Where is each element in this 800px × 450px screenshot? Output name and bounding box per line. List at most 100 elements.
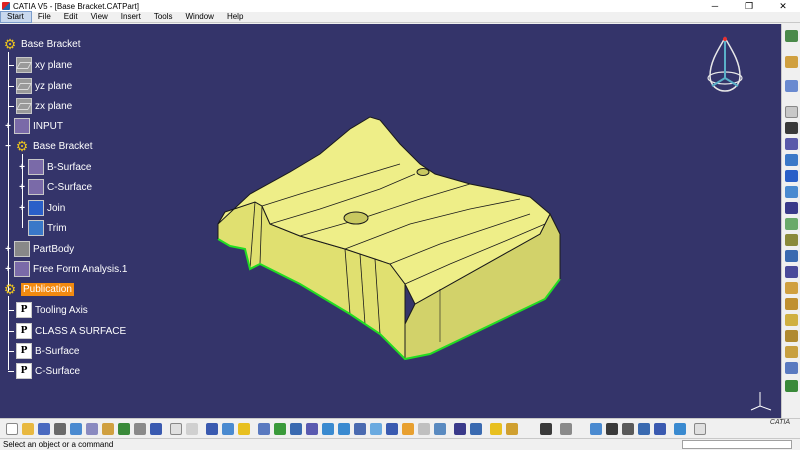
distance-icon[interactable] [638, 423, 650, 435]
graph-icon[interactable] [470, 423, 482, 435]
pan-icon[interactable] [290, 423, 302, 435]
fly-mode-icon[interactable] [258, 423, 270, 435]
tree-node-partbody[interactable]: PartBody [14, 240, 74, 258]
tree-node-xy-plane[interactable]: xy plane [8, 56, 72, 74]
tree-node-zx-plane[interactable]: zx plane [8, 97, 72, 115]
tree-node-input[interactable]: INPUT [14, 117, 63, 135]
undo-icon[interactable] [118, 423, 130, 435]
3d-viewport[interactable]: ⚙ Base Bracket xy plane yz plane zx plan… [0, 24, 781, 418]
menu-help[interactable]: Help [221, 12, 250, 22]
line-icon[interactable] [785, 122, 798, 134]
specification-tree[interactable]: ⚙ Base Bracket xy plane yz plane zx plan… [0, 24, 330, 418]
texture-icon[interactable] [560, 423, 572, 435]
menu-view[interactable]: View [85, 12, 115, 22]
measure-item-icon[interactable] [506, 423, 518, 435]
tree-node-b-surface[interactable]: B-Surface [28, 158, 91, 176]
sketcher-icon[interactable] [785, 80, 798, 92]
measure-icon[interactable] [785, 380, 798, 392]
hide-show-icon[interactable] [418, 423, 430, 435]
symmetry-icon[interactable] [785, 314, 798, 326]
tree-node-publication[interactable]: ⚙ Publication [2, 280, 74, 298]
sketch-analysis-icon[interactable] [674, 423, 686, 435]
multi-view-icon[interactable] [370, 423, 382, 435]
cut-icon[interactable] [70, 423, 82, 435]
axis-tool-icon[interactable] [785, 346, 798, 358]
select-icon[interactable] [785, 30, 798, 42]
tree-expand-icon[interactable] [454, 423, 466, 435]
swap-space-icon[interactable] [434, 423, 446, 435]
menu-file[interactable]: File [32, 12, 58, 22]
sketch-icon[interactable] [785, 56, 798, 68]
blend-icon[interactable] [785, 234, 798, 246]
restore-button[interactable]: ❐ [732, 0, 766, 12]
tree-node-pub-b-surface[interactable]: P B-Surface [8, 342, 79, 360]
tree-node-join[interactable]: Join [28, 199, 65, 217]
extrude-icon[interactable] [785, 170, 798, 182]
paste-icon[interactable] [102, 423, 114, 435]
tree-node-class-a-surface[interactable]: P CLASS A SURFACE [8, 322, 126, 340]
render-icon[interactable] [540, 423, 552, 435]
tree-node-root[interactable]: ⚙ Base Bracket [2, 35, 81, 53]
scaling-icon[interactable] [785, 330, 798, 342]
menu-start[interactable]: Start [0, 11, 32, 23]
sweep-icon[interactable] [785, 202, 798, 214]
expand-b-surface-icon[interactable]: + [18, 163, 26, 173]
expand-join-icon[interactable]: + [18, 204, 26, 214]
whats-this-icon[interactable] [150, 423, 162, 435]
rotate-icon[interactable] [785, 298, 798, 310]
update-icon[interactable] [222, 423, 234, 435]
rotate-view-icon[interactable] [306, 423, 318, 435]
fill-icon[interactable] [785, 218, 798, 230]
plane-tool-icon[interactable] [785, 138, 798, 150]
expand-analysis-icon[interactable]: + [4, 265, 12, 275]
redo-icon[interactable] [134, 423, 146, 435]
zoom-in-icon[interactable] [322, 423, 334, 435]
expand-c-surface-icon[interactable]: + [18, 183, 26, 193]
eraser-icon[interactable] [694, 423, 706, 435]
tree-node-trim[interactable]: Trim [28, 219, 67, 237]
expand-input-icon[interactable]: + [4, 122, 12, 132]
tree-node-free-form-analysis[interactable]: Free Form Analysis.1 [14, 260, 127, 278]
close-button[interactable]: ✕ [766, 0, 800, 12]
iso-view-icon[interactable] [386, 423, 398, 435]
surface-tool-icon[interactable] [785, 154, 798, 166]
measure-between-icon[interactable] [490, 423, 502, 435]
new-file-icon[interactable] [6, 423, 18, 435]
normal-view-icon[interactable] [354, 423, 366, 435]
join-tool-icon[interactable] [785, 250, 798, 262]
point-icon[interactable] [785, 106, 798, 118]
analysis-tool-icon[interactable] [785, 362, 798, 374]
command-input[interactable] [682, 440, 792, 449]
section-icon[interactable] [606, 423, 618, 435]
connect-icon[interactable] [590, 423, 602, 435]
menu-window[interactable]: Window [180, 12, 221, 22]
expand-partbody-icon[interactable]: + [4, 245, 12, 255]
tree-node-pub-c-surface[interactable]: P C-Surface [8, 362, 80, 380]
translate-icon[interactable] [785, 282, 798, 294]
tree-node-base-bracket-set[interactable]: ⚙ Base Bracket [14, 137, 93, 155]
shading-icon[interactable] [402, 423, 414, 435]
copy-icon[interactable] [86, 423, 98, 435]
zoom-out-icon[interactable] [338, 423, 350, 435]
tree-node-tooling-axis[interactable]: P Tooling Axis [8, 301, 88, 319]
save-icon[interactable] [38, 423, 50, 435]
compass-icon[interactable] [702, 36, 748, 96]
menu-insert[interactable]: Insert [115, 12, 148, 22]
fit-all-icon[interactable] [274, 423, 286, 435]
minimize-button[interactable]: ─ [698, 0, 732, 12]
collapse-base-bracket-icon[interactable]: − [4, 142, 12, 152]
tree-node-yz-plane[interactable]: yz plane [8, 77, 72, 95]
open-folder-icon[interactable] [22, 423, 34, 435]
catalog-icon[interactable] [238, 423, 250, 435]
tree-node-c-surface[interactable]: C-Surface [28, 178, 92, 196]
menu-tools[interactable]: Tools [148, 12, 180, 22]
split-icon[interactable] [785, 266, 798, 278]
revolve-icon[interactable] [785, 186, 798, 198]
comment-icon[interactable] [186, 423, 198, 435]
group-icon[interactable] [654, 423, 666, 435]
clash-icon[interactable] [622, 423, 634, 435]
menu-edit[interactable]: Edit [58, 12, 85, 22]
formula-icon[interactable] [170, 423, 182, 435]
table-icon[interactable] [206, 423, 218, 435]
print-icon[interactable] [54, 423, 66, 435]
